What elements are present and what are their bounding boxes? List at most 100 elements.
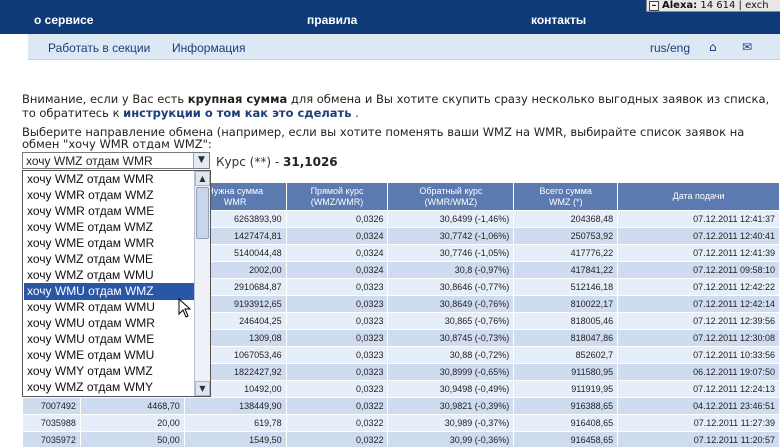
notice-bold: крупная сумма: [187, 92, 288, 106]
table-cell: 07.12.2011 12:41:37: [617, 210, 780, 228]
table-row[interactable]: 7035972 50,00 1549,50 0,0322 30,99 (-0,36%) 9…: [22, 431, 780, 447]
dropdown-option[interactable]: хочу WME отдам WMR: [24, 235, 196, 252]
table-cell: 0,0322: [285, 414, 389, 432]
dropdown-scrollbar[interactable]: ▲ ▼: [194, 171, 210, 396]
table-cell: 06.12.2011 19:07:50: [617, 363, 780, 381]
large-amount-notice: Внимание, если у Вас есть крупная сумма …: [22, 92, 772, 120]
notice-text-1: Внимание, если у Вас есть: [22, 92, 185, 106]
rate-value: 31,1026: [283, 155, 338, 169]
table-row[interactable]: 7035988 20,00 619,78 0,0322 30,989 (-0,37%) 9…: [22, 414, 780, 432]
chevron-down-icon[interactable]: ▼: [193, 153, 209, 168]
table-cell: 0,0322: [285, 431, 389, 447]
notice-end: .: [355, 106, 359, 120]
table-cell: 30,9498 (-0,49%): [387, 380, 515, 398]
table-cell: 07.12.2011 12:42:22: [617, 278, 780, 296]
table-cell: 0,0323: [285, 329, 389, 347]
table-cell: 07.12.2011 12:24:13: [617, 380, 780, 398]
table-cell: 0,0324: [285, 227, 389, 245]
top-navigation-bar: о сервисе правила контакты – Alexa: 14 61…: [0, 0, 780, 34]
table-cell: 0,0323: [285, 295, 389, 313]
home-icon[interactable]: ⌂: [709, 40, 717, 54]
table-cell: 0,0323: [285, 278, 389, 296]
scroll-down-icon[interactable]: ▼: [195, 381, 210, 396]
scroll-up-icon[interactable]: ▲: [195, 171, 210, 186]
table-cell: 911580,95: [513, 363, 619, 381]
dropdown-option[interactable]: хочу WMU отдам WMR: [24, 315, 196, 332]
dropdown-option[interactable]: хочу WMZ отдам WMU: [24, 267, 196, 284]
table-cell: 7035972: [22, 431, 81, 447]
dropdown-option[interactable]: хочу WMZ отдам WME: [24, 251, 196, 268]
table-cell: 0,0326: [285, 210, 389, 228]
table-cell: 30,8 (-0,97%): [387, 261, 515, 279]
table-cell: 4468,70: [79, 397, 185, 415]
table-cell: 30,8646 (-0,77%): [387, 278, 515, 296]
table-cell: 204368,48: [513, 210, 619, 228]
table-cell: 07.12.2011 09:58:10: [617, 261, 780, 279]
table-cell: 250753,92: [513, 227, 619, 245]
dropdown-option[interactable]: хочу WMU отдам WMZ: [24, 283, 196, 300]
dropdown-option[interactable]: хочу WMY отдам WMZ: [24, 363, 196, 380]
scroll-thumb[interactable]: [196, 187, 209, 239]
table-cell: 1549,50: [183, 431, 287, 447]
table-cell: 30,88 (-0,72%): [387, 346, 515, 364]
table-cell: 07.12.2011 12:30:08: [617, 329, 780, 347]
instruction-link[interactable]: инструкции о том как это сделать: [123, 106, 351, 120]
table-cell: 0,0322: [285, 397, 389, 415]
link-work-in-section[interactable]: Работать в секции: [48, 41, 150, 55]
alexa-toolbar: – Alexa: 14 614 | exch: [646, 0, 780, 12]
table-cell: 911919,95: [513, 380, 619, 398]
mouse-cursor-icon: [178, 298, 192, 318]
dropdown-option[interactable]: хочу WMR отдам WMU: [24, 299, 196, 316]
nav-rules[interactable]: правила: [307, 13, 357, 27]
column-header: Прямой курс (WMZ/WMR): [285, 182, 389, 211]
table-cell: 0,0323: [285, 346, 389, 364]
table-cell: 7035988: [22, 414, 81, 432]
collapse-icon[interactable]: –: [649, 1, 659, 11]
dropdown-option[interactable]: хочу WME отдам WMU: [24, 347, 196, 364]
column-header: Дата подачи: [617, 182, 780, 211]
table-row[interactable]: 7007492 4468,70 138449,90 0,0322 30,9821 (-0…: [22, 397, 780, 415]
exchange-rate: Курс (**) - 31,1026: [216, 155, 338, 169]
table-cell: 0,0323: [285, 380, 389, 398]
alexa-rank: 14 614: [700, 0, 736, 11]
dropdown-option[interactable]: хочу WME отдам WMZ: [24, 219, 196, 236]
table-cell: 138449,90: [183, 397, 287, 415]
table-cell: 04.12.2011 23:46:51: [617, 397, 780, 415]
table-cell: 619,78: [183, 414, 287, 432]
table-cell: 818005,46: [513, 312, 619, 330]
table-cell: 30,7742 (-1,06%): [387, 227, 515, 245]
exchange-direction-options[interactable]: хочу WMZ отдам WMR хочу WMR отдам WMZ хочу…: [22, 170, 211, 397]
table-cell: 0,0324: [285, 244, 389, 262]
table-cell: 30,6499 (-1,46%): [387, 210, 515, 228]
exchange-direction-select[interactable]: хочу WMZ отдам WMR ▼: [22, 152, 210, 169]
select-value: хочу WMZ отдам WMR: [26, 154, 153, 168]
dropdown-option[interactable]: хочу WMR отдам WMZ: [24, 187, 196, 204]
dropdown-option[interactable]: хочу WMR отдам WME: [24, 203, 196, 220]
table-cell: 07.12.2011 12:40:41: [617, 227, 780, 245]
table-cell: 07.12.2011 10:33:56: [617, 346, 780, 364]
dropdown-option[interactable]: хочу WMZ отдам WMR: [24, 171, 196, 188]
link-information[interactable]: Информация: [172, 41, 245, 55]
table-cell: 30,8745 (-0,73%): [387, 329, 515, 347]
table-cell: 916458,65: [513, 431, 619, 447]
table-cell: 916408,65: [513, 414, 619, 432]
column-header: Обратный курс (WMR/WMZ): [387, 182, 515, 211]
table-cell: 07.12.2011 11:27:39: [617, 414, 780, 432]
alexa-label: Alexa:: [662, 0, 698, 11]
table-cell: 417841,22: [513, 261, 619, 279]
table-cell: 07.12.2011 12:39:56: [617, 312, 780, 330]
table-cell: 07.12.2011 12:42:14: [617, 295, 780, 313]
table-cell: 30,99 (-0,36%): [387, 431, 515, 447]
table-cell: 417776,22: [513, 244, 619, 262]
column-header: Всего сумма WMZ (*): [513, 182, 619, 211]
dropdown-option[interactable]: хочу WMU отдам WME: [24, 331, 196, 348]
mail-icon[interactable]: ✉: [742, 40, 752, 54]
table-cell: 07.12.2011 12:41:39: [617, 244, 780, 262]
nav-about-service[interactable]: о сервисе: [34, 13, 93, 27]
table-cell: 07.12.2011 11:20:57: [617, 431, 780, 447]
dropdown-option[interactable]: хочу WMZ отдам WMY: [24, 379, 196, 396]
sub-navigation-bar: Работать в секции Информация rus/eng ⌂ ✉: [28, 34, 780, 60]
nav-contacts[interactable]: контакты: [531, 13, 586, 27]
language-switch[interactable]: rus/eng: [650, 41, 690, 55]
table-cell: 30,865 (-0,76%): [387, 312, 515, 330]
